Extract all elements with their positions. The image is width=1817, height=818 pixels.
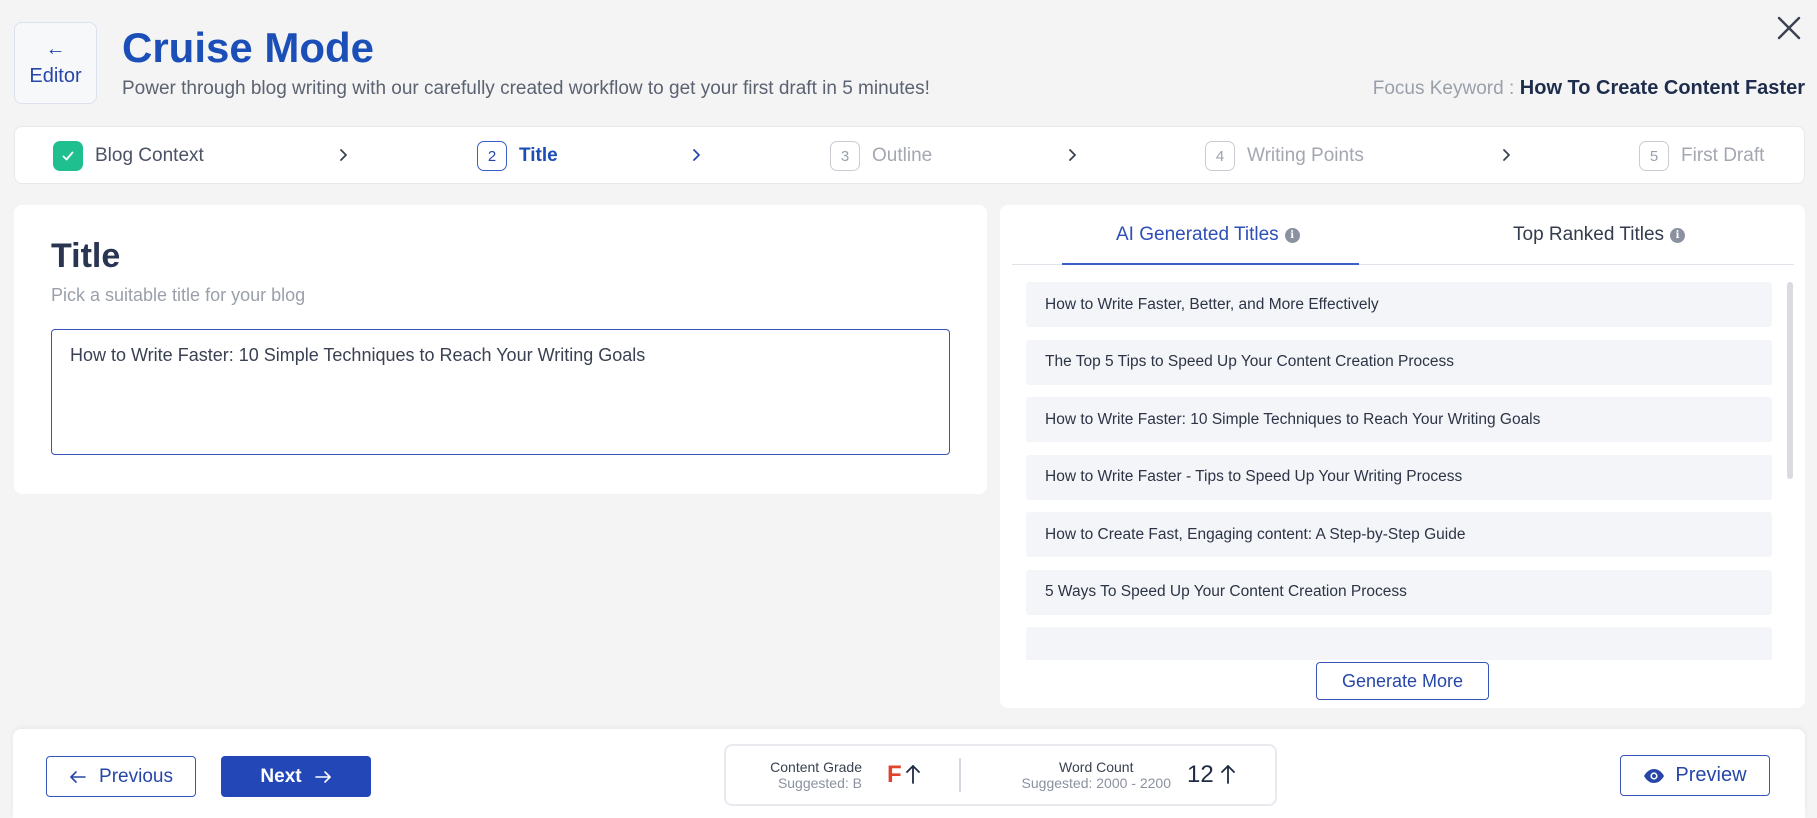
- previous-label: Previous: [99, 765, 173, 787]
- content-grade-suggested: Suggested: B: [777, 775, 862, 791]
- step-first-draft[interactable]: 5 First Draft: [1639, 141, 1764, 171]
- suggested-title-item[interactable]: [1026, 627, 1772, 660]
- eye-icon: [1644, 768, 1665, 783]
- chevron-right-icon: [693, 149, 700, 161]
- step-number: 3: [830, 141, 860, 171]
- step-label: First Draft: [1681, 145, 1765, 166]
- previous-button[interactable]: Previous: [46, 756, 196, 797]
- suggested-title-item[interactable]: How to Write Faster: 10 Simple Technique…: [1026, 397, 1772, 442]
- step-number: 4: [1205, 141, 1235, 171]
- info-icon[interactable]: i: [1670, 227, 1686, 243]
- suggested-title-item[interactable]: How to Write Faster, Better, and More Ef…: [1026, 282, 1772, 327]
- focus-keyword-value: How To Create Content Faster: [1519, 77, 1805, 99]
- chevron-right-icon: [340, 149, 347, 161]
- content-grade-title: Content Grade: [770, 759, 862, 775]
- word-count-value: 12: [1187, 761, 1214, 788]
- preview-button[interactable]: Preview: [1620, 755, 1770, 796]
- check-icon: [53, 141, 83, 171]
- focus-keyword: Focus Keyword : How To Create Content Fa…: [1373, 77, 1805, 100]
- step-writing-points[interactable]: 4 Writing Points: [1205, 141, 1364, 171]
- suggested-title-list: How to Write Faster, Better, and More Ef…: [1026, 282, 1772, 660]
- page-title: Cruise Mode: [122, 24, 375, 71]
- footer-bar: Previous Next Content Grade Suggested: B…: [13, 729, 1805, 818]
- page-subtitle: Power through blog writing with our care…: [122, 78, 930, 99]
- arrow-right-icon: [314, 770, 331, 783]
- word-count-label: Word Count Suggested: 2000 - 2200: [1022, 759, 1171, 791]
- content-stats: Content Grade Suggested: B F Word Count …: [724, 744, 1277, 806]
- preview-label: Preview: [1675, 764, 1747, 786]
- generate-more-button[interactable]: Generate More: [1316, 662, 1489, 700]
- list-scrollbar[interactable]: [1787, 282, 1793, 479]
- editor-back-button[interactable]: ← Editor: [14, 22, 97, 104]
- suggested-title-item[interactable]: The Top 5 Tips to Speed Up Your Content …: [1026, 339, 1772, 385]
- title-panel: Title Pick a suitable title for your blo…: [14, 205, 987, 494]
- title-heading: Title: [51, 237, 121, 275]
- tab-top-ranked-titles[interactable]: Top Ranked Titles i: [1513, 219, 1686, 251]
- title-hint: Pick a suitable title for your blog: [51, 285, 306, 305]
- workflow-stepper: Blog Context 2 Title 3 Outline 4 Writing…: [14, 126, 1805, 184]
- content-grade-label: Content Grade Suggested: B: [770, 759, 862, 791]
- active-tab-indicator: [1062, 263, 1359, 265]
- suggested-title-item[interactable]: How to Create Fast, Engaging content: A …: [1026, 512, 1772, 557]
- word-count-title: Word Count: [1059, 759, 1134, 775]
- arrow-up-icon: [1221, 765, 1235, 784]
- title-input[interactable]: [51, 329, 950, 455]
- step-label: Title: [519, 145, 558, 166]
- step-number: 5: [1639, 141, 1669, 171]
- step-label: Outline: [872, 145, 933, 166]
- step-outline[interactable]: 3 Outline: [830, 141, 932, 171]
- suggested-title-item[interactable]: How to Write Faster - Tips to Speed Up Y…: [1026, 454, 1772, 500]
- step-number: 2: [477, 141, 507, 171]
- suggested-title-item[interactable]: 5 Ways To Speed Up Your Content Creation…: [1026, 569, 1772, 615]
- step-label: Blog Context: [95, 145, 204, 166]
- editor-back-label: Editor: [29, 64, 82, 87]
- step-blog-context[interactable]: Blog Context: [53, 141, 204, 171]
- stats-divider: [959, 758, 961, 792]
- chevron-right-icon: [1069, 149, 1076, 161]
- step-title[interactable]: 2 Title: [477, 141, 558, 171]
- tab-label: AI Generated Titles: [1116, 224, 1279, 245]
- step-label: Writing Points: [1247, 145, 1364, 166]
- chevron-right-icon: [1503, 149, 1510, 161]
- next-label: Next: [260, 765, 302, 787]
- arrow-left-icon: [70, 770, 86, 783]
- close-icon[interactable]: [1773, 12, 1805, 44]
- tab-label: Top Ranked Titles: [1513, 224, 1665, 245]
- arrow-up-icon: [906, 765, 920, 784]
- content-grade-value: F: [887, 761, 902, 788]
- info-icon[interactable]: i: [1284, 227, 1300, 243]
- tab-ai-generated-titles[interactable]: AI Generated Titles i: [1116, 219, 1300, 251]
- word-count-suggested: Suggested: 2000 - 2200: [1021, 775, 1171, 791]
- suggestion-tabs: AI Generated Titles i Top Ranked Titles …: [1012, 205, 1794, 265]
- arrow-left-icon: ←: [45, 37, 66, 60]
- next-button[interactable]: Next: [221, 756, 371, 797]
- title-suggestions-panel: AI Generated Titles i Top Ranked Titles …: [1000, 205, 1805, 708]
- focus-keyword-label: Focus Keyword :: [1372, 78, 1515, 99]
